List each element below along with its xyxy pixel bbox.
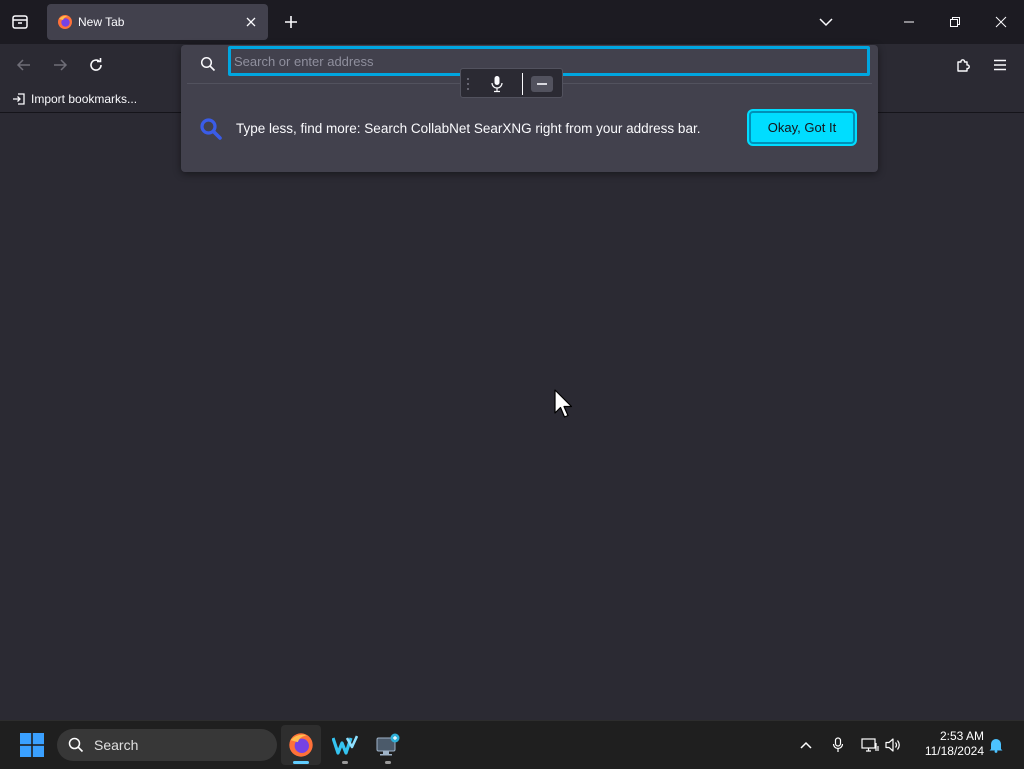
windsurf-app-icon bbox=[332, 735, 358, 755]
taskbar-app-remote-desktop[interactable] bbox=[368, 725, 408, 765]
network-tray-button[interactable] bbox=[860, 735, 880, 755]
microphone-tray-button[interactable] bbox=[828, 735, 848, 755]
extensions-button[interactable] bbox=[951, 52, 977, 78]
tab-strip: New Tab bbox=[0, 0, 1024, 44]
forward-button[interactable] bbox=[47, 52, 73, 78]
notifications-button[interactable] bbox=[986, 735, 1006, 755]
search-icon bbox=[200, 56, 216, 72]
taskbar-clock[interactable]: 2:53 AM 11/18/2024 bbox=[914, 729, 984, 759]
active-app-indicator bbox=[293, 761, 309, 764]
restore-button[interactable] bbox=[941, 8, 969, 36]
windows-start-icon[interactable] bbox=[20, 733, 44, 757]
bell-icon bbox=[989, 739, 1003, 753]
okay-got-it-button[interactable]: Okay, Got It bbox=[749, 111, 855, 144]
back-button[interactable] bbox=[11, 52, 37, 78]
dictation-minimize-button[interactable] bbox=[531, 76, 553, 92]
network-icon bbox=[861, 738, 879, 752]
taskbar-search-label: Search bbox=[94, 737, 139, 753]
list-all-tabs-button[interactable] bbox=[812, 8, 840, 36]
firefox-view-button[interactable] bbox=[6, 8, 34, 36]
reload-button[interactable] bbox=[83, 52, 109, 78]
firefox-view-icon bbox=[12, 15, 28, 29]
import-bookmarks-button[interactable]: Import bookmarks... bbox=[12, 90, 137, 108]
minimize-button[interactable] bbox=[895, 8, 923, 36]
tab-title: New Tab bbox=[78, 15, 125, 29]
app-menu-button[interactable] bbox=[987, 52, 1013, 78]
search-icon bbox=[68, 737, 84, 753]
plus-icon bbox=[285, 16, 297, 28]
tab-close-button[interactable] bbox=[242, 13, 260, 31]
import-icon bbox=[13, 93, 25, 105]
search-tip-text: Type less, find more: Search CollabNet S… bbox=[236, 121, 701, 136]
reload-icon bbox=[90, 58, 102, 71]
close-icon bbox=[246, 17, 256, 27]
running-app-indicator bbox=[342, 761, 348, 764]
magnifier-search-icon bbox=[200, 118, 222, 140]
volume-tray-button[interactable] bbox=[883, 735, 903, 755]
microphone-icon bbox=[832, 737, 844, 752]
import-bookmarks-label: Import bookmarks... bbox=[31, 92, 138, 106]
microphone-icon[interactable] bbox=[490, 75, 504, 93]
urlbar-dropdown: Type less, find more: Search CollabNet S… bbox=[181, 45, 878, 172]
restore-icon bbox=[950, 17, 960, 27]
arrow-left-icon bbox=[16, 59, 30, 71]
minimize-icon bbox=[904, 21, 914, 23]
firefox-icon bbox=[289, 733, 313, 757]
taskbar-app-windsurf[interactable] bbox=[325, 725, 365, 765]
firefox-icon bbox=[58, 15, 72, 29]
close-window-button[interactable] bbox=[987, 8, 1015, 36]
puzzle-icon bbox=[957, 59, 970, 72]
dictation-toolbar bbox=[460, 68, 563, 98]
remote-desktop-icon bbox=[376, 733, 400, 756]
show-hidden-icons-button[interactable] bbox=[796, 735, 816, 755]
chevron-down-icon bbox=[819, 18, 833, 27]
taskbar-app-firefox[interactable] bbox=[281, 725, 321, 765]
mouse-cursor-icon bbox=[554, 389, 573, 418]
speaker-icon bbox=[885, 738, 900, 752]
hamburger-menu-icon bbox=[994, 59, 1006, 71]
close-icon bbox=[995, 16, 1007, 28]
dictation-separator bbox=[522, 73, 523, 95]
new-tab-button[interactable] bbox=[278, 9, 304, 35]
taskbar-search-box[interactable]: Search bbox=[57, 729, 277, 761]
drag-grip-icon[interactable] bbox=[466, 77, 470, 91]
arrow-right-icon bbox=[54, 59, 68, 71]
tab-new-tab[interactable]: New Tab bbox=[47, 4, 268, 40]
windows-taskbar: Search 2:53 AM 11/18/2024 bbox=[0, 720, 1024, 769]
clock-date: 11/18/2024 bbox=[924, 744, 984, 758]
clock-time: 2:53 AM bbox=[939, 729, 984, 743]
running-app-indicator bbox=[385, 761, 391, 764]
chevron-up-icon bbox=[800, 741, 812, 749]
minimize-icon bbox=[537, 83, 547, 85]
